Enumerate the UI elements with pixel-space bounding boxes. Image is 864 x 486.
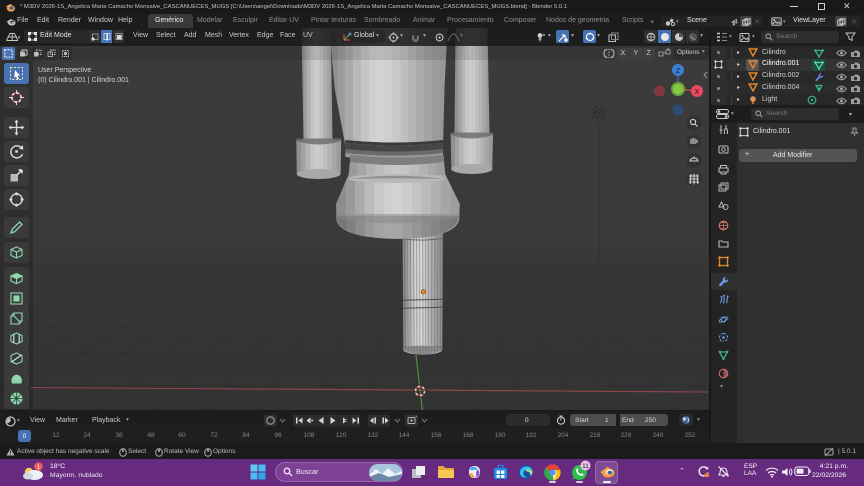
svg-text:X: X — [695, 89, 700, 96]
svg-text:11: 11 — [582, 463, 589, 470]
svg-text:Z: Z — [676, 68, 681, 75]
